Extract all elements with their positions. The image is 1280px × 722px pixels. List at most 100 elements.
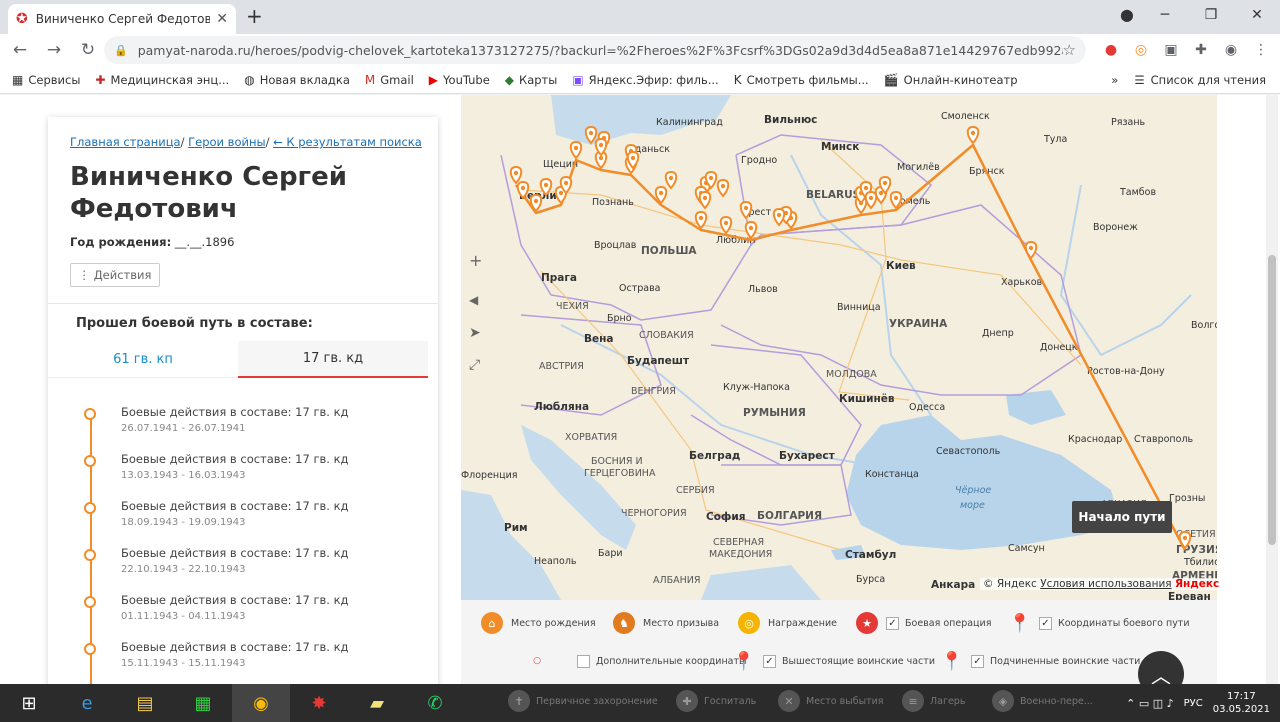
explorer-icon[interactable]: ▤ [116, 684, 174, 722]
ext-badge-icon[interactable]: ▣ [1156, 42, 1186, 58]
map-label: Воронеж [1093, 222, 1138, 233]
ext-icon[interactable]: ◎ [1126, 42, 1156, 58]
fullscreen-icon[interactable]: ⤢ [469, 357, 480, 373]
breadcrumb-home[interactable]: Главная страница [70, 135, 181, 149]
tab-61-kp[interactable]: 61 гв. кп [48, 341, 238, 378]
profile-menu-icon[interactable]: ⬤ [1112, 8, 1142, 22]
breadcrumb-back-to-results[interactable]: ← К результатам поиска [273, 135, 422, 149]
active-tab[interactable]: ✪ Виниченко Сергей Федотович : ✕ [8, 4, 236, 34]
collapse-left-icon[interactable]: ◀ [469, 293, 478, 307]
bookmark-youtube[interactable]: ▶ YouTube [429, 73, 490, 87]
map-label: Клуж-Напока [723, 382, 790, 393]
map-label: ПОЛЬША [641, 245, 697, 257]
breadcrumb-heroes[interactable]: Герои войны [188, 135, 265, 149]
bookmark-cinema[interactable]: 🎬 Онлайн-кинотеатр [884, 73, 1018, 87]
blue-pin-icon: 📍 [940, 650, 964, 672]
close-window-button[interactable]: ✕ [1234, 7, 1280, 23]
route-point-dot [720, 183, 726, 189]
ie-icon[interactable]: e [58, 684, 116, 722]
route-point-dot [882, 180, 888, 186]
superior-checkbox[interactable]: ✓ [763, 654, 776, 668]
legend-superior-units[interactable]: 📍 ✓ Вышестоящие воинские части [733, 650, 935, 672]
opera-extension-icon[interactable]: ● [1096, 42, 1126, 58]
map-label: Познань [592, 197, 634, 208]
new-tab-button[interactable]: + [246, 4, 263, 28]
apps-grid-icon: ▦ [12, 72, 24, 87]
vpp-icon: ◈ [992, 690, 1014, 712]
map-label: Прага [541, 272, 577, 284]
legend-birthplace[interactable]: ⌂ Место рождения [481, 612, 596, 634]
route-point-dot [630, 155, 636, 161]
map-label: Бурса [856, 574, 885, 585]
minimize-button[interactable]: ─ [1142, 7, 1188, 23]
map-label: Краснодар [1068, 434, 1122, 445]
bookmark-films[interactable]: K Смотреть фильмы... [734, 73, 869, 87]
bookmark-apps[interactable]: ▦ Сервисы [12, 73, 80, 87]
page: Вильнюс Калининград Смоленск Минск Гданьск Гр… [0, 95, 1280, 697]
notes-icon[interactable]: ▰ [348, 684, 406, 722]
whatsapp-icon[interactable]: ✆ [406, 684, 464, 722]
legend-award[interactable]: ◎ Награждение [738, 612, 837, 634]
map-label: АЛБАНИЯ [653, 575, 701, 586]
close-tab-icon[interactable]: ✕ [216, 11, 228, 27]
bookmark-star-icon[interactable]: ☆ [1063, 41, 1076, 59]
avatar-icon[interactable]: ◉ [1216, 42, 1246, 58]
page-scrollbar-thumb[interactable] [1268, 255, 1276, 545]
legend-additional[interactable]: ○ Дополнительные координаты [531, 650, 747, 672]
bookmark-newtab[interactable]: ◍ Новая вкладка [244, 73, 350, 87]
map-label: Брно [607, 313, 632, 324]
menu-kebab-icon[interactable]: ⋮ [1246, 42, 1276, 58]
puzzle-icon[interactable]: ✚ [1186, 42, 1216, 58]
red-star-icon: ★ [856, 612, 878, 634]
map-label: Тамбов [1119, 187, 1156, 198]
geolocation-icon[interactable]: ➤ [469, 325, 481, 341]
legend-subordinate-units[interactable]: 📍 ✓ Подчиненные воинские части [940, 650, 1141, 672]
unit-tabs: 61 гв. кп 17 гв. кд [48, 341, 428, 378]
legend-draft[interactable]: ♞ Место призыва [613, 612, 719, 634]
bookmark-yandex-efir[interactable]: ▣ Яндекс.Эфир: филь... [572, 73, 718, 87]
bookmark-gmail[interactable]: M Gmail [365, 73, 414, 87]
route-point-dot [658, 190, 664, 196]
chrome-icon[interactable]: ◉ [232, 684, 290, 722]
tray-icons[interactable]: ⌃ ▭ ◫ ♪ [1126, 697, 1174, 710]
bookmark-medical[interactable]: ✚ Медицинская энц... [95, 73, 229, 87]
zoom-in-button[interactable]: + [469, 251, 482, 270]
route-point-dot [748, 225, 754, 231]
reading-list[interactable]: Список для чтения [1151, 73, 1266, 87]
back-button[interactable]: ← [6, 40, 34, 60]
clock[interactable]: 17:17 03.05.2021 [1213, 690, 1270, 716]
more-bookmarks-button[interactable]: » [1111, 73, 1118, 87]
camp-icon: ≡ [902, 690, 924, 712]
legend-path-coords[interactable]: 📍 ✓ Координаты боевого пути [1009, 612, 1190, 634]
legend-operation[interactable]: ★ ✓ Боевая операция [856, 612, 991, 634]
map-label: Донецк [1040, 342, 1078, 353]
store-icon[interactable]: ▦ [174, 684, 232, 722]
globe-icon: ◍ [244, 72, 255, 87]
map-label: Вроцлав [594, 240, 637, 251]
address-bar[interactable]: 🔒 pamyat-naroda.ru/heroes/podvig-chelove… [104, 36, 1086, 64]
start-button[interactable]: ⊞ [0, 684, 58, 722]
map-label: АВСТРИЯ [539, 361, 584, 372]
route-point-dot [708, 175, 714, 181]
input-language[interactable]: РУС [1184, 698, 1203, 709]
subordinate-checkbox[interactable]: ✓ [971, 654, 984, 668]
terms-link[interactable]: Условия использования [1040, 578, 1171, 590]
paint-icon[interactable]: ✸ [290, 684, 348, 722]
map-label: Белград [689, 450, 740, 462]
operation-checkbox[interactable]: ✓ [886, 616, 899, 630]
map-label: Ереван [1168, 591, 1211, 600]
additional-checkbox[interactable] [577, 654, 590, 668]
page-scrollbar[interactable] [1266, 95, 1278, 685]
map-label: Острава [619, 283, 661, 294]
forward-button[interactable]: → [40, 40, 68, 60]
map-label: Ставрополь [1134, 434, 1194, 445]
map-label: Севастополь [936, 446, 1001, 457]
map-label: Неаполь [534, 556, 577, 567]
path-coords-checkbox[interactable]: ✓ [1039, 616, 1052, 630]
actions-button[interactable]: ⋮ Действия [70, 263, 160, 287]
tab-17-kd[interactable]: 17 гв. кд [238, 341, 428, 378]
reload-button[interactable]: ↻ [74, 40, 102, 60]
route-point-dot [598, 142, 604, 148]
bookmark-maps[interactable]: ◆ Карты [505, 73, 558, 87]
restore-button[interactable]: ❐ [1188, 7, 1234, 23]
